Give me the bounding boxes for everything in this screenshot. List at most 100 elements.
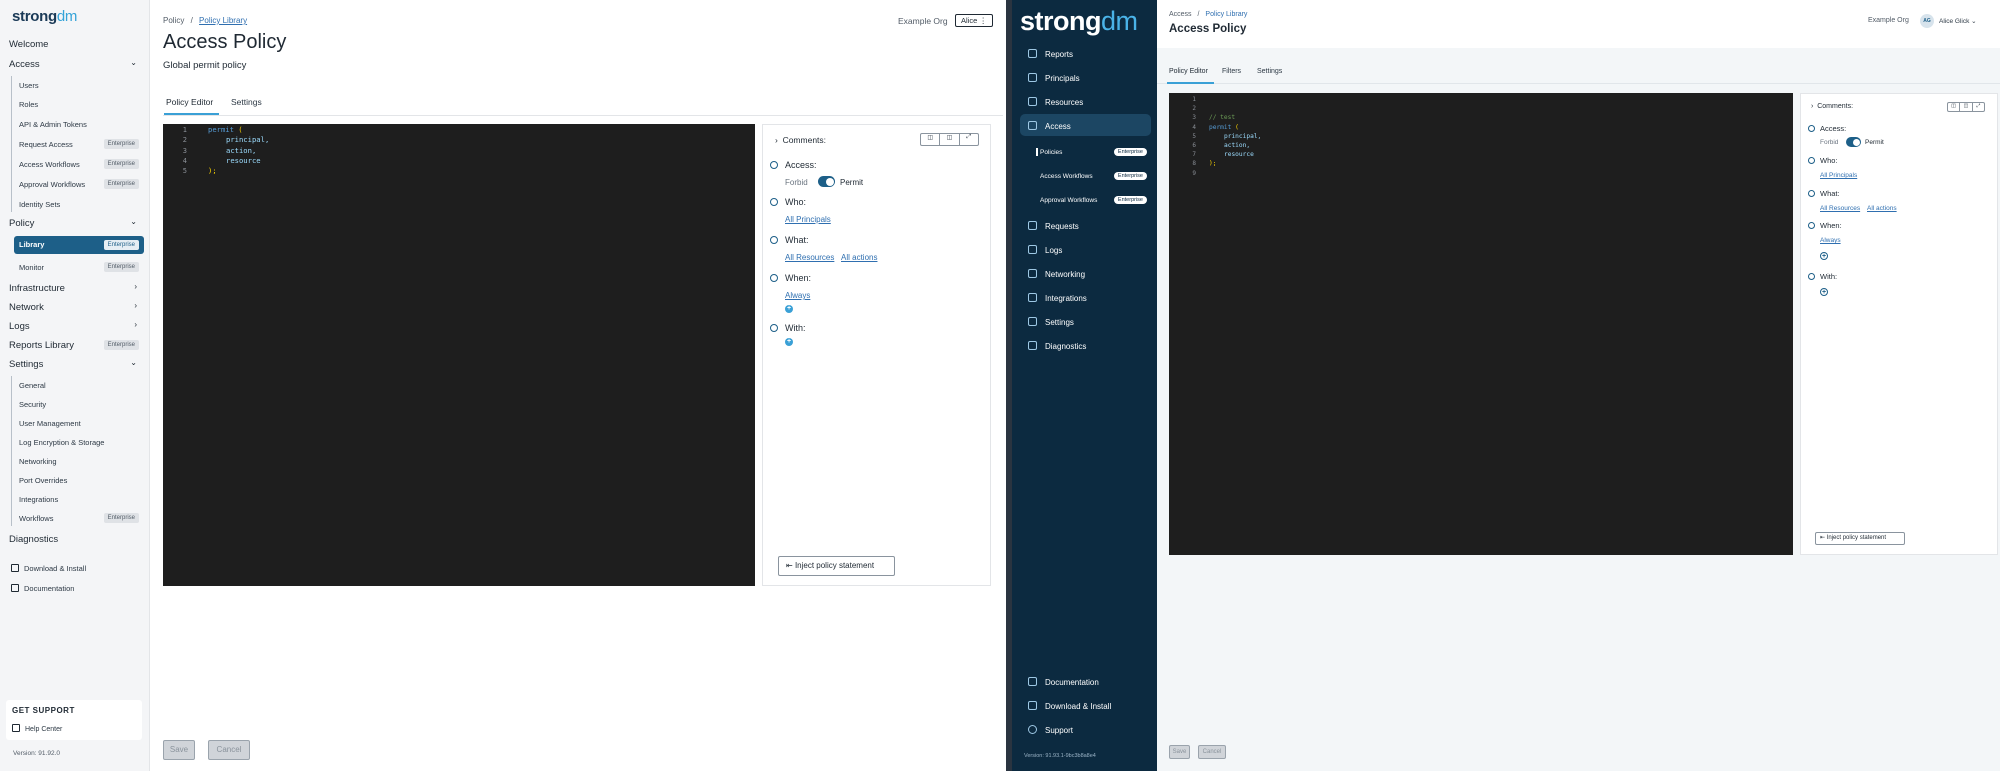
nav-settings[interactable]: Settings	[9, 359, 43, 370]
nav-roles[interactable]: Roles	[19, 100, 38, 109]
strongdm-logo[interactable]: strongdm	[12, 8, 77, 25]
code-editor[interactable]: 1 2 3 4 5 6 7 8 9 // test permit ( princ…	[1169, 93, 1793, 555]
inject-policy-statement-button[interactable]: ⇤ Inject policy statement	[778, 556, 895, 576]
nav-network[interactable]: Network	[9, 302, 44, 313]
breadcrumb-access[interactable]: Access	[1169, 11, 1192, 18]
all-resources-link[interactable]: All Resources	[1820, 205, 1860, 212]
all-principals-link[interactable]: All Principals	[1820, 172, 1857, 179]
nav-support[interactable]: Support	[1028, 725, 1073, 735]
add-when-icon[interactable]: +	[1820, 252, 1828, 260]
all-actions-link[interactable]: All actions	[1867, 205, 1897, 212]
expand-icon[interactable]: ⤢	[1973, 103, 1984, 111]
nav-users[interactable]: Users	[19, 81, 39, 90]
nav-user-management[interactable]: User Management	[19, 419, 81, 428]
add-when-icon[interactable]: +	[785, 305, 793, 313]
cancel-button[interactable]: Cancel	[208, 740, 250, 760]
all-principals-link[interactable]: All Principals	[785, 215, 831, 224]
nav-security[interactable]: Security	[19, 400, 46, 409]
tab-settings[interactable]: Settings	[1257, 68, 1282, 75]
avatar[interactable]: AG	[1920, 14, 1934, 28]
nav-identity-sets[interactable]: Identity Sets	[19, 200, 60, 209]
nav-approval-workflows[interactable]: Approval Workflows	[1040, 197, 1097, 204]
all-resources-link[interactable]: All Resources	[785, 253, 834, 262]
nav-documentation[interactable]: Documentation	[1028, 677, 1099, 687]
tab-filters[interactable]: Filters	[1222, 68, 1241, 75]
tab-settings[interactable]: Settings	[231, 97, 262, 107]
split-right-icon[interactable]: ◫	[1960, 103, 1973, 111]
chevron-right-icon[interactable]: ›	[134, 301, 137, 310]
nav-policy[interactable]: Policy	[9, 218, 34, 229]
forbid-permit-toggle[interactable]	[818, 176, 835, 187]
nav-access-workflows[interactable]: Access Workflows	[19, 160, 80, 169]
chevron-right-icon[interactable]: ›	[134, 282, 137, 291]
nav-resources[interactable]: Resources	[1028, 97, 1083, 107]
nav-general[interactable]: General	[19, 381, 46, 390]
split-left-icon[interactable]: ◫	[1948, 103, 1961, 111]
nav-welcome[interactable]: Welcome	[9, 39, 48, 50]
nav-documentation[interactable]: Documentation	[11, 584, 74, 593]
nav-api-admin-tokens[interactable]: API & Admin Tokens	[19, 120, 87, 129]
chevron-down-icon[interactable]: ⌄	[130, 58, 137, 67]
nav-access-workflows[interactable]: Access Workflows	[1040, 173, 1093, 180]
nav-port-overrides[interactable]: Port Overrides	[19, 476, 67, 485]
forbid-permit-toggle[interactable]	[1846, 137, 1861, 147]
nav-networking[interactable]: Networking	[19, 457, 57, 466]
nav-access[interactable]: Access	[9, 59, 40, 70]
view-mode-buttons[interactable]: ◫ ◫ ⤢	[1947, 102, 1985, 112]
nav-infrastructure[interactable]: Infrastructure	[9, 283, 65, 294]
right-screenshot-pane: strongdm Reports Principals Resources Ac…	[1006, 0, 2000, 771]
help-center-link[interactable]: Help Center	[12, 724, 62, 733]
nav-logs[interactable]: Logs	[1028, 245, 1062, 255]
what-step-icon	[770, 236, 778, 244]
nav-library-active[interactable]: Library Enterprise	[14, 236, 144, 254]
nav-download-install[interactable]: Download & Install	[11, 564, 86, 573]
view-mode-buttons[interactable]: ◫ ◫ ⤢	[920, 133, 979, 146]
split-left-icon[interactable]: ◫	[921, 134, 941, 145]
save-button[interactable]: Save	[1169, 745, 1190, 759]
nav-reports-library[interactable]: Reports Library	[9, 340, 74, 351]
save-button[interactable]: Save	[163, 740, 195, 760]
add-with-icon[interactable]: +	[785, 338, 793, 346]
nav-integrations[interactable]: Integrations	[1028, 293, 1087, 303]
split-right-icon[interactable]: ◫	[940, 134, 960, 145]
nav-log-encryption[interactable]: Log Encryption & Storage	[19, 438, 104, 447]
inject-icon: ⇤	[1820, 535, 1826, 541]
nav-access[interactable]: Access	[1028, 121, 1071, 131]
nav-logs[interactable]: Logs	[9, 321, 30, 332]
nav-settings[interactable]: Settings	[1028, 317, 1074, 327]
code-editor[interactable]: 1 2 3 4 5 permit ( principal, action, re…	[163, 124, 755, 586]
user-menu-button[interactable]: Alice ⋮	[955, 14, 993, 27]
nav-networking[interactable]: Networking	[1028, 269, 1085, 279]
inject-policy-statement-button[interactable]: ⇤ Inject policy statement	[1815, 532, 1905, 545]
nav-reports[interactable]: Reports	[1028, 49, 1073, 59]
nav-integrations[interactable]: Integrations	[19, 495, 58, 504]
always-link[interactable]: Always	[1820, 237, 1841, 244]
expand-icon[interactable]: ⤢	[960, 134, 978, 145]
nav-requests[interactable]: Requests	[1028, 221, 1079, 231]
nav-principals[interactable]: Principals	[1028, 73, 1080, 83]
tab-policy-editor[interactable]: Policy Editor	[166, 97, 213, 107]
nav-approval-workflows[interactable]: Approval Workflows	[19, 180, 85, 189]
chevron-right-icon[interactable]: ›	[134, 320, 137, 329]
comments-toggle[interactable]: › Comments:	[775, 135, 826, 145]
cancel-button[interactable]: Cancel	[1198, 745, 1226, 759]
always-link[interactable]: Always	[785, 291, 810, 300]
user-menu[interactable]: Alice Glick ⌄	[1939, 17, 1977, 25]
nav-policies[interactable]: Policies	[1040, 149, 1062, 156]
comments-toggle[interactable]: › Comments:	[1811, 103, 1853, 110]
nav-workflows[interactable]: Workflows	[19, 514, 53, 523]
chevron-down-icon[interactable]: ⌄	[130, 358, 137, 367]
nav-monitor[interactable]: Monitor	[19, 263, 44, 272]
nav-diagnostics[interactable]: Diagnostics	[1028, 341, 1086, 351]
breadcrumb-policy-library[interactable]: Policy Library	[1205, 11, 1247, 18]
breadcrumb-policy[interactable]: Policy	[163, 16, 184, 25]
nav-download-install[interactable]: Download & Install	[1028, 701, 1111, 711]
tab-policy-editor[interactable]: Policy Editor	[1169, 68, 1208, 75]
all-actions-link[interactable]: All actions	[841, 253, 877, 262]
nav-request-access[interactable]: Request Access	[19, 140, 73, 149]
breadcrumb-policy-library[interactable]: Policy Library	[199, 16, 247, 25]
nav-diagnostics[interactable]: Diagnostics	[9, 534, 58, 545]
chevron-down-icon[interactable]: ⌄	[130, 217, 137, 226]
add-with-icon[interactable]: +	[1820, 288, 1828, 296]
strongdm-logo[interactable]: strongdm	[1020, 6, 1138, 37]
